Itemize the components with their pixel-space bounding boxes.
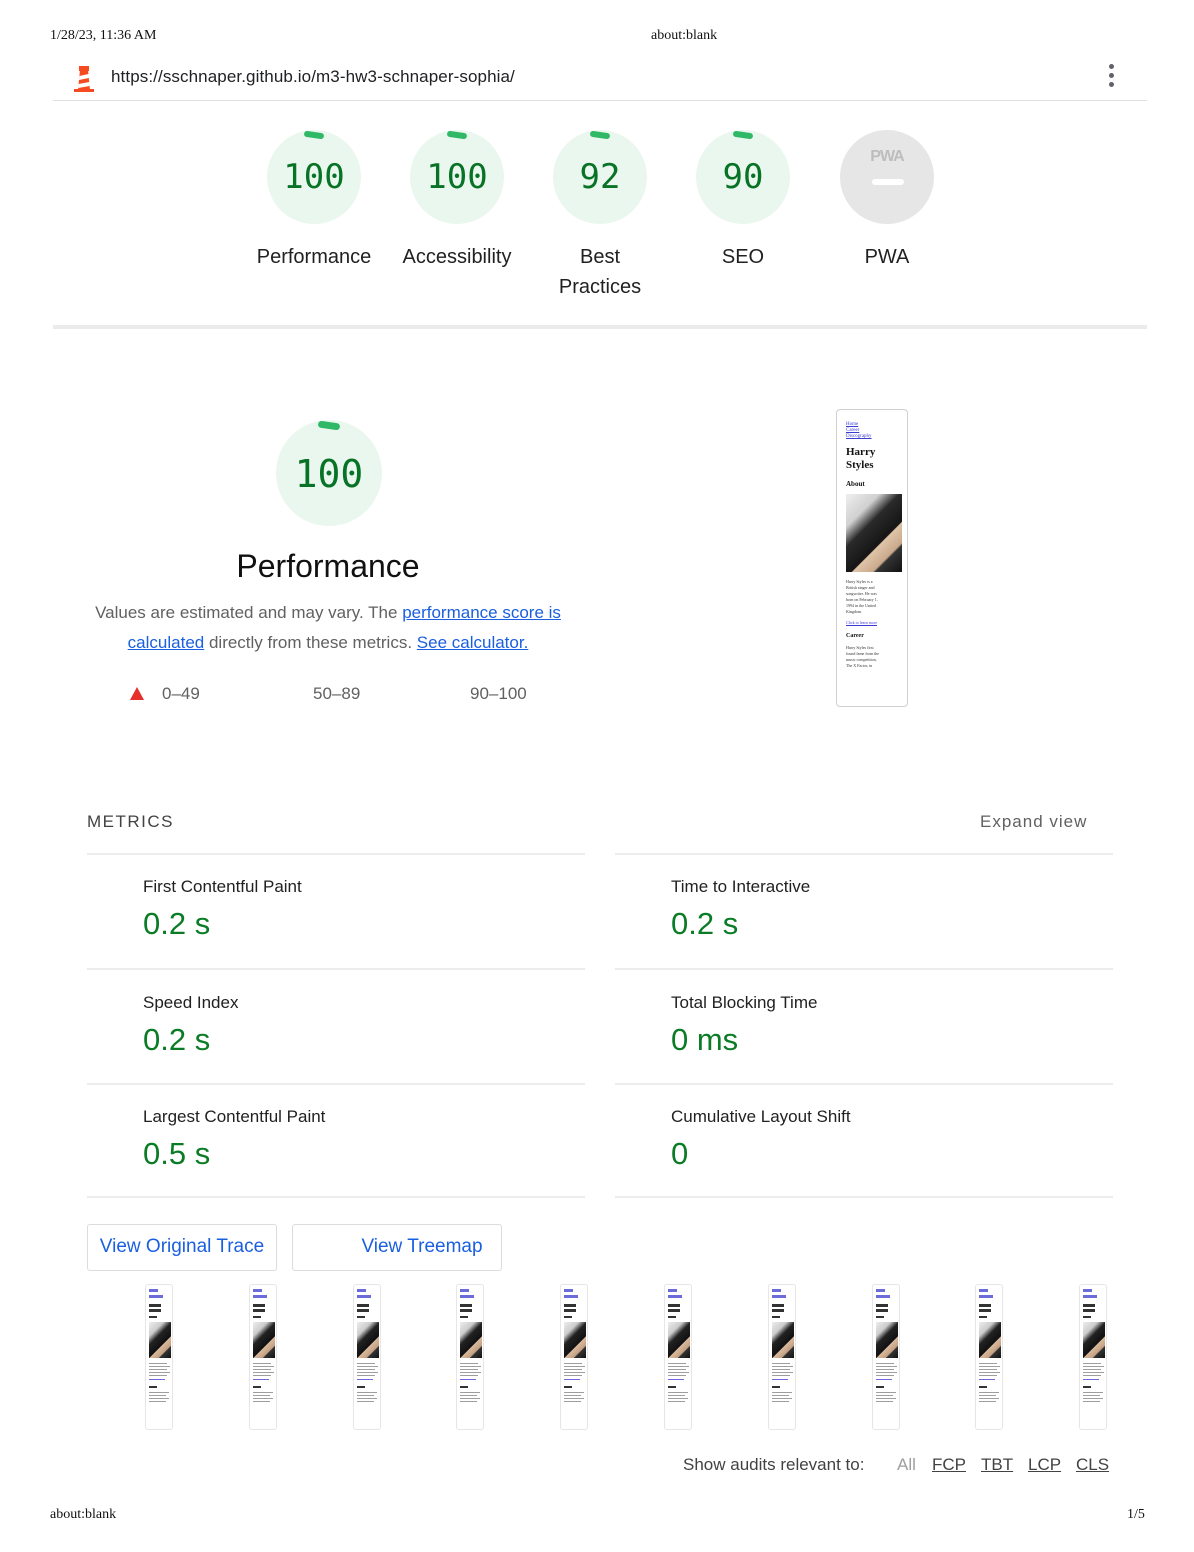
gauge-score: 100 (426, 157, 488, 197)
performance-score-gauge: 100 (276, 420, 382, 526)
filmstrip-frame (1079, 1284, 1107, 1430)
audit-filter-label: Show audits relevant to: (683, 1455, 865, 1474)
gauge-pwa[interactable]: PWA PWA (812, 130, 962, 272)
metrics-heading: METRICS (87, 812, 174, 831)
metric-time-to-interactive: Time to Interactive 0.2 s (671, 877, 810, 942)
filter-lcp[interactable]: LCP (1028, 1455, 1061, 1475)
filmstrip-frame (249, 1284, 277, 1430)
gauge-score: 100 (283, 157, 345, 197)
filmstrip-frame (353, 1284, 381, 1430)
pwa-badge-icon: PWA (840, 130, 934, 224)
metric-total-blocking-time: Total Blocking Time 0 ms (671, 993, 817, 1058)
gauge-label: Performance (256, 246, 372, 268)
metric-value: 0.2 s (143, 1022, 211, 1057)
gauge-label: SEO (721, 246, 765, 268)
lighthouse-logo-icon (71, 64, 97, 92)
expand-view-toggle[interactable]: Expand view (980, 812, 1087, 832)
more-options-icon[interactable] (1107, 64, 1115, 92)
artist-photo (846, 494, 902, 572)
metric-label: Total Blocking Time (671, 993, 818, 1012)
filmstrip-frame (975, 1284, 1003, 1430)
performance-score: 100 (294, 452, 364, 496)
average-square-icon (290, 687, 302, 699)
filmstrip-frame (664, 1284, 692, 1430)
metric-label: Cumulative Layout Shift (671, 1107, 851, 1126)
metric-speed-index: Speed Index 0.2 s (143, 993, 238, 1058)
print-footer-url: about:blank (50, 1507, 117, 1522)
filter-all[interactable]: All (897, 1455, 916, 1475)
metric-value: 0.2 s (671, 906, 739, 941)
filter-tbt[interactable]: TBT (981, 1455, 1013, 1475)
view-treemap-button[interactable]: View Treemap (292, 1224, 502, 1271)
metric-label: Largest Contentful Paint (143, 1107, 326, 1126)
report-url[interactable]: https://sschnaper.github.io/m3-hw3-schna… (111, 67, 515, 87)
filmstrip-frame (456, 1284, 484, 1430)
fail-triangle-icon (130, 687, 144, 700)
filter-cls[interactable]: CLS (1076, 1455, 1109, 1475)
metric-value: 0 ms (671, 1022, 739, 1057)
filter-fcp[interactable]: FCP (932, 1455, 966, 1475)
gauge-label: PWA (864, 246, 910, 268)
metric-value: 0.2 s (143, 906, 211, 941)
legend-pass: 90–100 (450, 684, 527, 704)
report-url-bar: https://sschnaper.github.io/m3-hw3-schna… (53, 56, 1147, 101)
metric-value: 0 (671, 1136, 689, 1171)
metric-label: First Contentful Paint (143, 877, 302, 896)
filmstrip-frame (872, 1284, 900, 1430)
see-calculator-link[interactable]: See calculator. (417, 633, 529, 652)
print-page-number: 1/5 (1127, 1507, 1145, 1522)
filmstrip-frame (560, 1284, 588, 1430)
filmstrip-frame (768, 1284, 796, 1430)
metric-label: Speed Index (143, 993, 239, 1012)
metric-largest-contentful-paint: Largest Contentful Paint 0.5 s (143, 1107, 325, 1172)
gauge-label: Best Practices (558, 246, 642, 298)
metric-cumulative-layout-shift: Cumulative Layout Shift 0 (671, 1107, 851, 1172)
filmstrip-frame (145, 1284, 173, 1430)
print-title: about:blank (651, 28, 718, 43)
performance-title: Performance (236, 548, 420, 584)
metric-label: Time to Interactive (671, 877, 811, 896)
print-datetime: 1/28/23, 11:36 AM (50, 28, 157, 43)
section-divider (53, 325, 1147, 329)
performance-description: Values are estimated and may vary. The p… (95, 603, 561, 652)
legend-average: 50–89 (290, 684, 360, 704)
view-original-trace-button[interactable]: View Original Trace (87, 1224, 277, 1271)
final-screenshot[interactable]: Home Career Discography Harry Styles About … (836, 409, 908, 707)
gauge-score: 92 (579, 157, 621, 197)
gauge-score: 90 (722, 157, 764, 197)
metric-first-contentful-paint: First Contentful Paint 0.2 s (143, 877, 302, 942)
gauge-seo[interactable]: 90 SEO (668, 130, 818, 272)
gauge-performance[interactable]: 100 Performance (239, 130, 389, 272)
legend-fail: 0–49 (130, 684, 200, 704)
gauge-accessibility[interactable]: 100 Accessibility (382, 130, 532, 272)
metric-value: 0.5 s (143, 1136, 211, 1171)
gauge-best-practices[interactable]: 92 Best Practices (525, 130, 675, 302)
gauge-label: Accessibility (402, 246, 512, 268)
pass-circle-icon (450, 687, 462, 699)
filmstrip (145, 1284, 1115, 1432)
